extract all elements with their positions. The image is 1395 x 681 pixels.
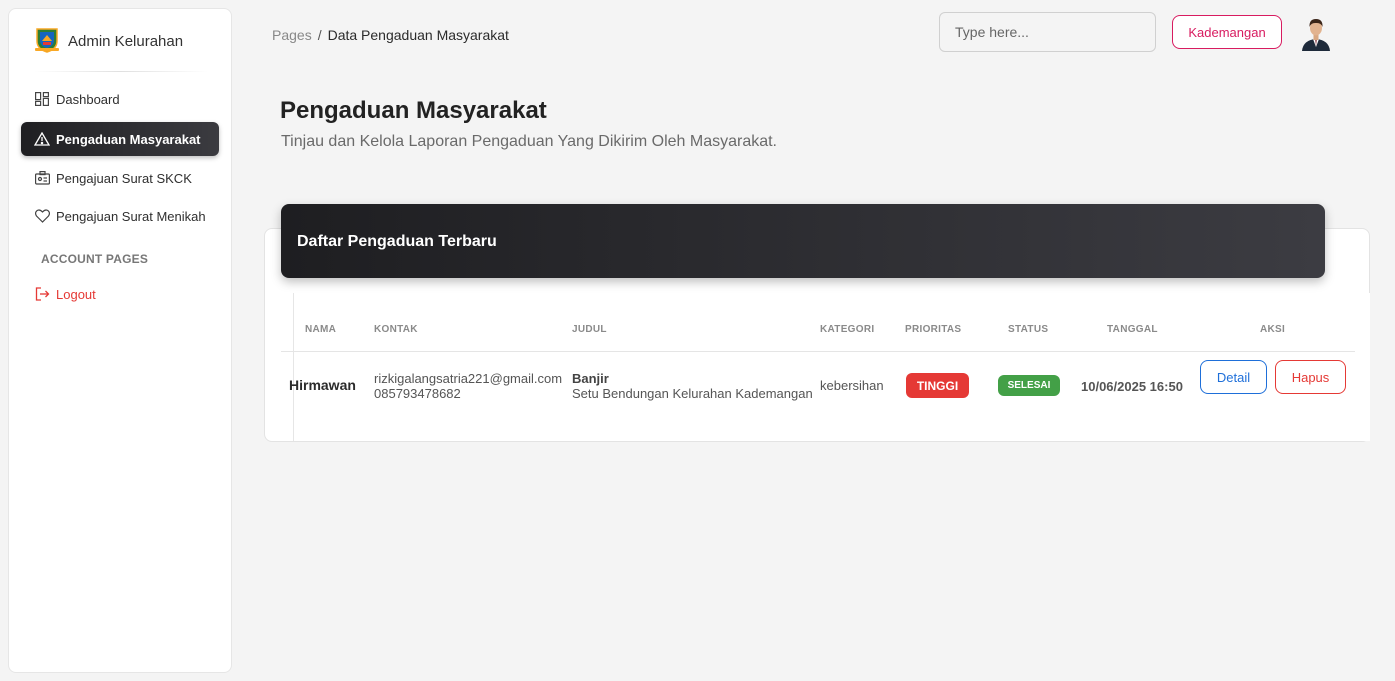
kademangan-button[interactable]: Kademangan bbox=[1172, 15, 1282, 49]
logout-icon bbox=[34, 286, 50, 302]
sidebar-item-menikah[interactable]: Pengajuan Surat Menikah bbox=[21, 199, 219, 233]
detail-button[interactable]: Detail bbox=[1200, 360, 1267, 394]
column-header-tanggal: TANGGAL bbox=[1107, 324, 1158, 335]
brand[interactable]: Admin Kelurahan bbox=[9, 9, 233, 71]
cell-judul: Banjir Setu Bendungan Kelurahan Kademang… bbox=[572, 371, 813, 401]
card-header: Daftar Pengaduan Terbaru bbox=[281, 204, 1325, 278]
warning-icon bbox=[34, 131, 50, 147]
sidebar-item-pengaduan[interactable]: Pengaduan Masyarakat bbox=[21, 122, 219, 156]
heart-icon bbox=[34, 208, 50, 224]
cell-judul-title: Banjir bbox=[572, 371, 609, 386]
kelurahan-logo-icon bbox=[35, 28, 59, 53]
avatar[interactable] bbox=[1298, 15, 1334, 51]
sidebar-item-label: Pengajuan Surat Menikah bbox=[56, 208, 206, 224]
column-header-judul: JUDUL bbox=[572, 324, 607, 335]
status-badge: SELESAI bbox=[998, 375, 1060, 396]
brand-name: Admin Kelurahan bbox=[68, 33, 184, 50]
cell-phone: 085793478682 bbox=[374, 386, 461, 401]
sidebar: Admin Kelurahan Dashboard Pengaduan Masy… bbox=[8, 8, 232, 673]
sidebar-item-label: Dashboard bbox=[56, 91, 120, 107]
column-header-kontak: KONTAK bbox=[374, 324, 418, 335]
sidebar-item-label: Pengajuan Surat SKCK bbox=[56, 170, 192, 186]
column-header-kategori: KATEGORI bbox=[820, 324, 875, 335]
breadcrumb-root[interactable]: Pages bbox=[272, 27, 312, 43]
dashboard-icon bbox=[34, 91, 50, 107]
cell-judul-lokasi: Setu Bendungan Kelurahan Kademangan bbox=[572, 386, 813, 401]
account-pages-heading: ACCOUNT PAGES bbox=[41, 252, 149, 266]
cell-email: rizkigalangsatria221@gmail.com bbox=[374, 371, 563, 386]
cell-nama: Hirmawan bbox=[289, 377, 356, 393]
page-title: Pengaduan Masyarakat bbox=[280, 97, 547, 124]
sidebar-item-dashboard[interactable]: Dashboard bbox=[21, 82, 219, 116]
cell-kategori: kebersihan bbox=[820, 378, 884, 393]
priority-badge: TINGGI bbox=[906, 373, 969, 398]
column-header-aksi: AKSI bbox=[1260, 324, 1286, 335]
id-card-icon bbox=[34, 170, 50, 186]
cell-tanggal: 10/06/2025 16:50 bbox=[1081, 379, 1183, 394]
column-header-status: STATUS bbox=[1008, 324, 1049, 335]
sidebar-item-label: Pengaduan Masyarakat bbox=[56, 131, 201, 147]
table-divider bbox=[281, 351, 1355, 352]
page-subtitle: Tinjau dan Kelola Laporan Pengaduan Yang… bbox=[281, 133, 777, 150]
sidebar-item-skck[interactable]: Pengajuan Surat SKCK bbox=[21, 161, 219, 195]
breadcrumb: Pages / Data Pengaduan Masyarakat bbox=[272, 27, 509, 43]
sidebar-item-label: Logout bbox=[56, 286, 96, 302]
brand-divider bbox=[33, 71, 209, 72]
cell-kontak: rizkigalangsatria221@gmail.com 085793478… bbox=[374, 371, 562, 401]
search-input[interactable] bbox=[939, 12, 1156, 52]
sidebar-item-logout[interactable]: Logout bbox=[21, 277, 219, 311]
column-header-prioritas: PRIORITAS bbox=[905, 324, 962, 335]
breadcrumb-separator: / bbox=[317, 27, 322, 43]
breadcrumb-current: Data Pengaduan Masyarakat bbox=[327, 27, 509, 43]
card-title: Daftar Pengaduan Terbaru bbox=[297, 233, 497, 250]
hapus-button[interactable]: Hapus bbox=[1275, 360, 1346, 394]
column-header-nama: NAMA bbox=[305, 324, 337, 335]
